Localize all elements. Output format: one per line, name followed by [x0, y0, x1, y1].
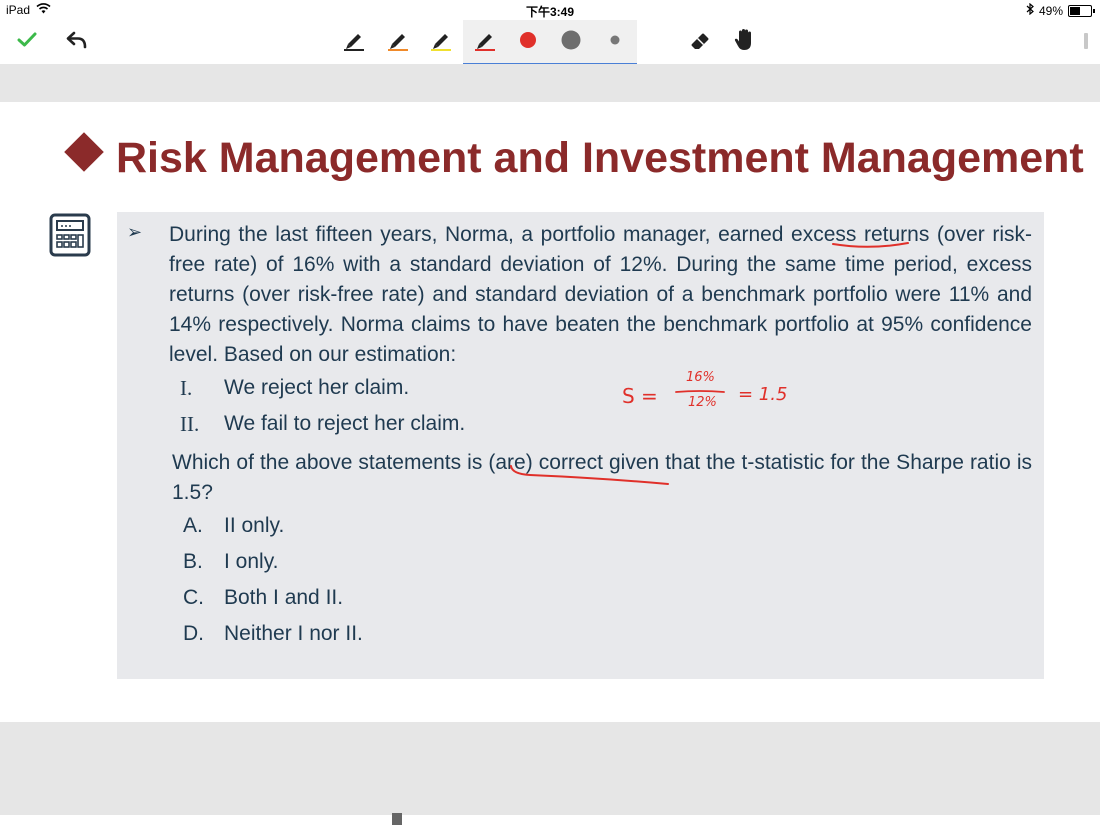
- ink-result: = 1.5: [738, 384, 788, 405]
- ink-sharpe-symbol: S =: [622, 384, 658, 408]
- ink-underline-excess: [832, 242, 909, 248]
- ink-underline-are-correct: [510, 465, 669, 485]
- ink-fraction-bar: [675, 390, 725, 393]
- ink-numerator: 16%: [686, 370, 715, 385]
- ink-denominator: 12%: [688, 395, 717, 410]
- ink-layer: [510, 242, 909, 485]
